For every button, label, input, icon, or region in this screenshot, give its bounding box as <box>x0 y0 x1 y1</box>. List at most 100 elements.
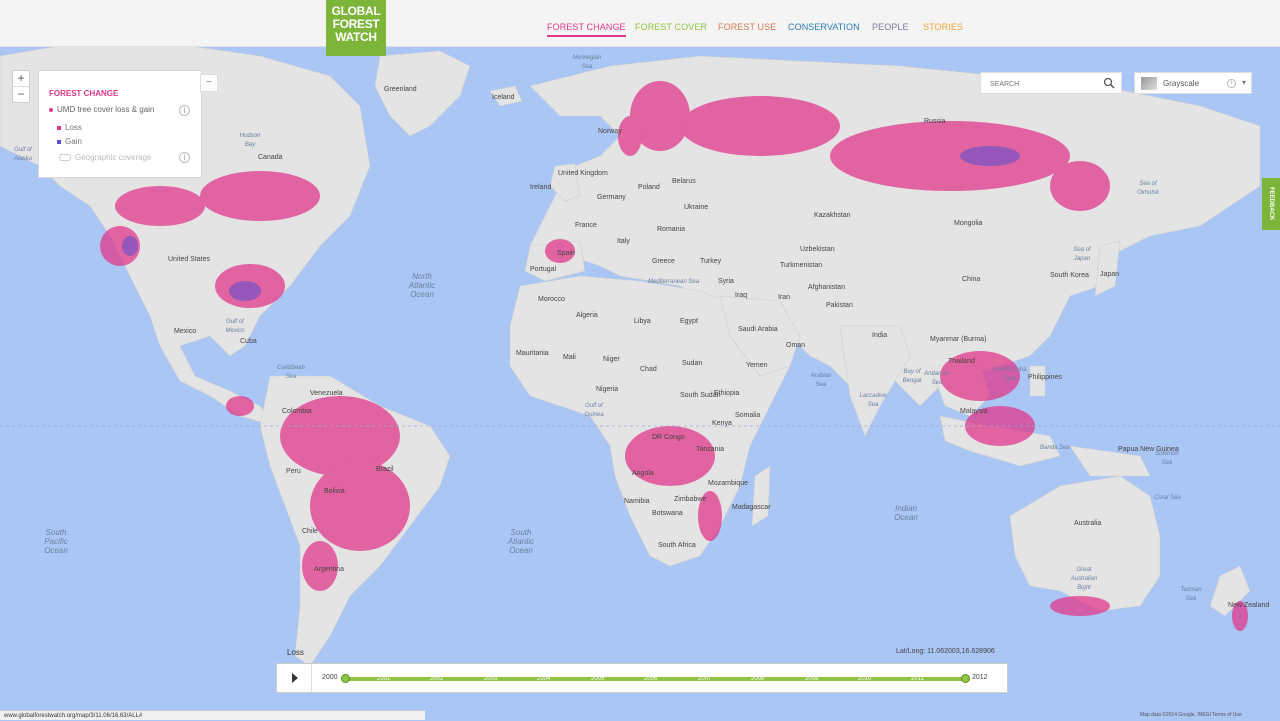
tab-people[interactable]: PEOPLE <box>872 22 909 32</box>
label-angola: Angola <box>632 470 654 477</box>
tab-stories[interactable]: STORIES <box>923 22 963 32</box>
label-south-china-sea: South China Sea <box>993 367 1027 382</box>
label-bay-of-bengal: Bay of Bengal <box>902 369 922 384</box>
label-mauritania: Mauritania <box>516 350 549 357</box>
geographic-coverage-toggle[interactable]: Geographic coverage <box>59 153 152 162</box>
label-poland: Poland <box>638 184 660 191</box>
legend-item-gain-label: Gain <box>65 137 82 146</box>
label-japan: Japan <box>1100 271 1120 278</box>
label-norwegian-sea: Norwegian Sea <box>572 55 602 70</box>
label-libya: Libya <box>634 318 651 325</box>
timeline-year[interactable]: 2003 <box>484 676 497 682</box>
timeline-bar: 2000 2001 2002 2003 2004 2005 2006 2007 … <box>276 663 1008 693</box>
label-caribbean-sea: Caribbean Sea <box>277 365 305 380</box>
label-solomon-sea: Solomon Sea <box>1155 451 1179 466</box>
map-copyright[interactable]: Map data ©2014 Google, INEGI Terms of Us… <box>1140 712 1242 718</box>
label-spain: Spain <box>557 250 575 257</box>
basemap-selector[interactable]: Grayscale i ▾ <box>1134 72 1252 94</box>
timeline-start-handle[interactable] <box>341 674 350 683</box>
label-china: China <box>962 276 981 283</box>
label-great-australian-bight: Great Australian Bight <box>1070 567 1098 591</box>
label-niger: Niger <box>603 356 620 363</box>
label-north-atlantic: North Atlantic Ocean <box>408 272 436 299</box>
label-turkmenistan: Turkmenistan <box>780 262 823 269</box>
legend-collapse-button[interactable]: − <box>200 74 218 92</box>
legend-title: FOREST CHANGE <box>49 89 119 98</box>
loss-swatch <box>57 125 61 130</box>
basemap-thumbnail <box>1141 77 1157 90</box>
search-box <box>980 72 1122 94</box>
label-mozambique: Mozambique <box>708 480 749 487</box>
tab-conservation[interactable]: CONSERVATION <box>788 22 860 32</box>
feedback-tab[interactable]: FEEDBACK <box>1262 178 1280 230</box>
zoom-in-button[interactable]: + <box>13 71 29 86</box>
label-hudson-bay: Hudson Bay <box>239 133 261 148</box>
legend-layer-label: UMD tree cover loss & gain <box>57 105 155 114</box>
info-icon[interactable]: i <box>179 105 190 116</box>
label-zimbabwe: Zimbabwe <box>674 496 707 503</box>
play-button[interactable] <box>277 664 312 692</box>
gfw-logo[interactable]: GLOBAL FOREST WATCH <box>326 0 386 56</box>
legend-item-loss: Loss <box>57 123 82 132</box>
timeline-year[interactable]: 2008 <box>751 676 764 682</box>
label-laccadive-sea: Laccadive Sea <box>859 393 887 408</box>
tab-forest-cover[interactable]: FOREST COVER <box>635 22 707 32</box>
timeline-year[interactable]: 2002 <box>430 676 443 682</box>
tab-forest-use[interactable]: FOREST USE <box>718 22 776 32</box>
label-gulf-of-guinea: Gulf of Guinea <box>584 403 604 418</box>
toggle-icon <box>59 154 71 162</box>
label-greenland: Greenland <box>384 86 417 93</box>
label-afghanistan: Afghanistan <box>808 284 845 291</box>
search-input[interactable] <box>988 80 1102 89</box>
timeline-year[interactable]: 2010 <box>858 676 871 682</box>
label-dr-congo: DR Congo <box>652 434 685 441</box>
label-germany: Germany <box>597 194 626 201</box>
timeline-year[interactable]: 2005 <box>591 676 604 682</box>
label-norway: Norway <box>598 128 622 135</box>
status-url: www.globalforestwatch.org/map/3/11.06/16… <box>0 710 425 720</box>
label-france: France <box>575 222 597 229</box>
label-united-kingdom: United Kingdom <box>558 170 608 177</box>
label-belarus: Belarus <box>672 178 696 185</box>
label-argentina: Argentina <box>314 566 344 573</box>
label-brazil: Brazil <box>376 466 394 473</box>
timeline-year[interactable]: 2009 <box>805 676 818 682</box>
label-chile: Chile <box>302 528 318 535</box>
label-romania: Romania <box>657 226 686 233</box>
label-namibia: Namibia <box>624 498 650 505</box>
label-sea-of-japan: Sea of Japan <box>1073 247 1091 262</box>
label-peru: Peru <box>286 468 301 475</box>
label-new-zealand: New Zealand <box>1228 602 1270 609</box>
label-iran: Iran <box>778 294 791 301</box>
zoom-out-button[interactable]: − <box>13 86 29 102</box>
label-indian-ocean: Indian Ocean <box>894 504 918 522</box>
zoom-controls: + − <box>12 70 30 103</box>
timeline-year[interactable]: 2004 <box>537 676 550 682</box>
timeline-year[interactable]: 2006 <box>644 676 657 682</box>
legend-layer[interactable]: UMD tree cover loss & gain <box>49 105 154 114</box>
tab-forest-change[interactable]: FOREST CHANGE <box>547 22 626 37</box>
legend-item-loss-label: Loss <box>65 123 82 132</box>
timeline-year[interactable]: 2011 <box>911 676 924 682</box>
label-gulf-of-alaska: Gulf of Alaska <box>13 147 32 162</box>
timeline-end-handle[interactable] <box>961 674 970 683</box>
label-india: India <box>872 332 888 339</box>
label-south-atlantic: South Atlantic Ocean <box>507 528 535 555</box>
info-icon[interactable]: i <box>179 152 190 163</box>
label-greece: Greece <box>652 258 675 265</box>
label-syria: Syria <box>718 278 734 285</box>
timeline-year[interactable]: 2001 <box>377 676 390 682</box>
label-tanzania: Tanzania <box>696 446 725 453</box>
label-venezuela: Venezuela <box>310 390 343 397</box>
play-icon <box>292 673 298 683</box>
label-mexico: Mexico <box>174 328 197 335</box>
search-icon[interactable] <box>1103 77 1115 89</box>
label-sea-of-okhotsk: Sea of Okhotsk <box>1136 181 1159 196</box>
timeline-end-year: 2012 <box>972 674 988 681</box>
timeline-year[interactable]: 2007 <box>698 676 711 682</box>
label-russia: Russia <box>924 118 946 125</box>
label-myanmar: Myanmar (Burma) <box>930 336 987 343</box>
info-icon[interactable]: i <box>1227 79 1236 88</box>
label-mongolia: Mongolia <box>954 220 983 227</box>
label-united-states: United States <box>168 256 211 263</box>
